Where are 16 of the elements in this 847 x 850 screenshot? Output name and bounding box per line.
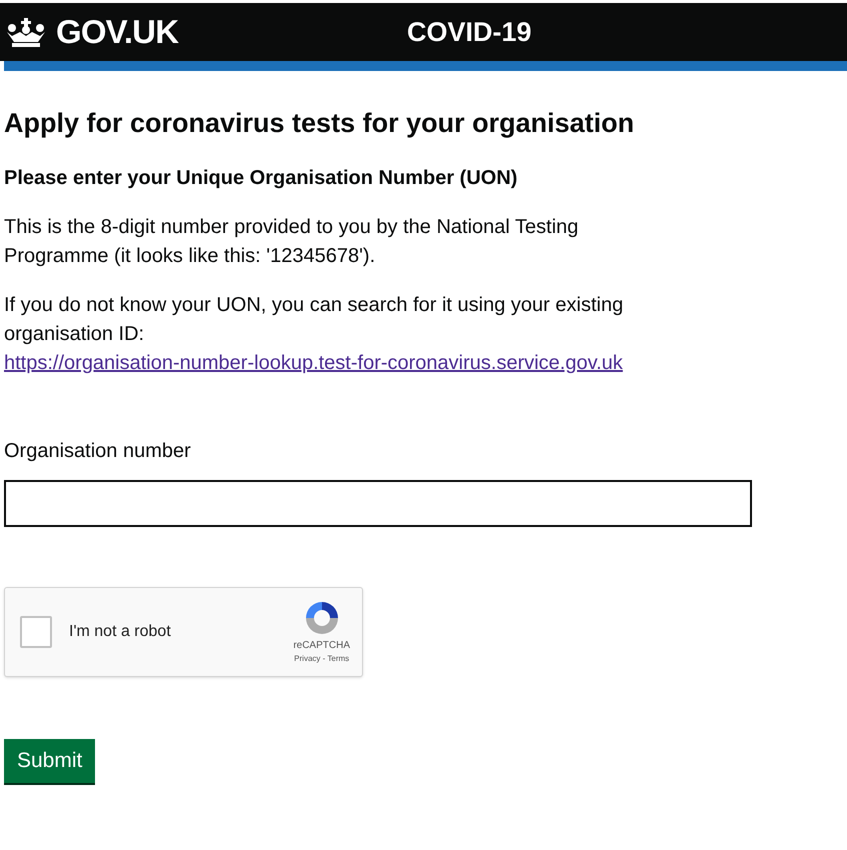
field-label: Organisation number: [4, 438, 192, 464]
body-paragraph: This is the 8-digit number provided to you by the National Testing Programme (it looks like this: '12345678').: [4, 214, 580, 269]
logo-text[interactable]: GOV.UK: [56, 7, 178, 57]
captcha-links[interactable]: Privacy - Terms: [294, 652, 350, 665]
recaptcha-logo-icon: [304, 600, 340, 636]
captcha-checkbox[interactable]: [20, 616, 52, 648]
submit-button[interactable]: Submit: [4, 738, 96, 783]
body-paragraph: If you do not know your UON, you can search for it using your existing organisation ID: https://organisation-number-lookup.test-for-coronavirus.service.gov.uk: [4, 292, 624, 376]
captcha-label: I'm not a robot: [69, 622, 171, 642]
subtitle: Please enter your Unique Organisation Number (UON): [4, 166, 518, 191]
service-name: COVID-19: [407, 16, 532, 49]
organisation-number-field[interactable]: [4, 480, 752, 527]
captcha-brand: reCAPTCHA: [293, 638, 350, 653]
lookup-link[interactable]: https://organisation-number-lookup.test-for-coronavirus.service.gov.uk: [4, 352, 623, 374]
crown-icon: [4, 16, 48, 48]
page-title: Apply for coronavirus tests for your organisation: [4, 107, 636, 140]
